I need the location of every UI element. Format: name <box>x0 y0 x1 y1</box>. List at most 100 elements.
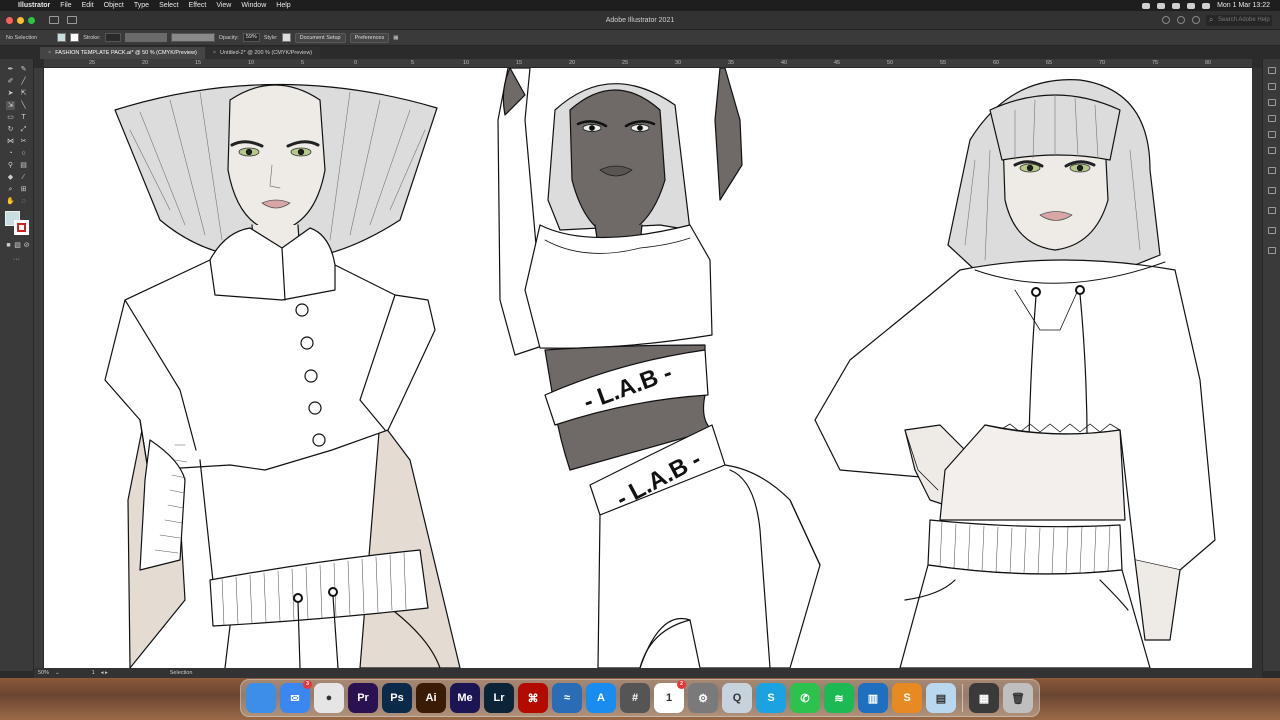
system-preferences-icon[interactable]: ⚙ <box>688 683 718 713</box>
brush-tool-icon[interactable]: ╱ <box>19 77 28 86</box>
minimize-window-button[interactable] <box>17 16 24 24</box>
menu-window[interactable]: Window <box>241 2 266 9</box>
rotate-tool-icon[interactable]: ↻ <box>6 125 15 134</box>
trello-icon[interactable]: ▥ <box>858 683 888 713</box>
calendar-icon[interactable]: 12 <box>654 680 686 713</box>
tab-untitled-2[interactable]: × Untitled-2* @ 200 % (CMYK/Preview) <box>204 47 321 59</box>
brushes-panel-icon[interactable] <box>1268 147 1276 154</box>
stroke-weight-field[interactable] <box>104 33 121 42</box>
menu-view[interactable]: View <box>216 2 231 9</box>
fill-swatch[interactable] <box>57 33 67 42</box>
variable-width-profile-field[interactable] <box>124 33 167 42</box>
stroke-panel-icon[interactable] <box>1268 187 1276 194</box>
premiere-icon[interactable]: Pr <box>348 683 378 713</box>
tab-fashion-template[interactable]: × FASHION TEMPLATE PACK.ai* @ 50 % (CMYK… <box>40 47 205 59</box>
horizontal-ruler[interactable]: 25 20 15 10 5 0 5 10 15 20 25 30 35 40 4… <box>44 59 1252 68</box>
gradient-mode-icon[interactable]: ▧ <box>13 241 22 250</box>
opacity-field[interactable]: 59% <box>242 33 260 42</box>
pencil-tool-icon[interactable]: ✐ <box>6 77 15 86</box>
layers-panel-icon[interactable] <box>1268 83 1276 90</box>
vertical-scrollbar[interactable] <box>1252 68 1262 668</box>
skype-icon[interactable]: S <box>756 683 786 713</box>
stroke-swatch[interactable] <box>70 33 80 42</box>
menu-object[interactable]: Object <box>104 2 124 9</box>
menu-file[interactable]: File <box>60 2 71 9</box>
artboard-tool-icon[interactable]: ⊞ <box>19 185 28 194</box>
curvature-tool-icon[interactable]: ✎ <box>19 65 28 74</box>
calculator-icon[interactable]: # <box>620 683 650 713</box>
wave-app-icon[interactable]: ≈ <box>552 683 582 713</box>
downloads-stack-icon[interactable]: ▦ <box>969 683 999 713</box>
fashion-illustration[interactable]: - L.A.B - - L.A.B - <box>44 68 1252 668</box>
none-mode-icon[interactable]: ⊘ <box>22 241 31 250</box>
selection-tool-icon[interactable]: ➤ <box>6 89 15 98</box>
figure-left[interactable] <box>104 83 461 668</box>
properties-panel-icon[interactable] <box>1268 67 1276 74</box>
symbol-sprayer-tool-icon[interactable]: ◌ <box>19 197 28 206</box>
menu-help[interactable]: Help <box>276 2 290 9</box>
scale-tool-icon[interactable]: ⤢ <box>19 125 28 134</box>
zoom-level[interactable]: 50% <box>38 670 49 676</box>
close-tab-icon[interactable]: × <box>48 47 51 59</box>
media-encoder-icon[interactable]: Me <box>450 683 480 713</box>
home-icon[interactable] <box>49 16 59 24</box>
graphic-style-swatch[interactable] <box>281 33 291 42</box>
zoom-dropdown-icon[interactable]: ⌄ <box>55 670 60 676</box>
fill-stroke-widget[interactable] <box>5 211 31 237</box>
width-tool-icon[interactable]: ⋈ <box>6 137 15 146</box>
photoshop-icon[interactable]: Ps <box>382 683 412 713</box>
whatsapp-icon[interactable]: ✆ <box>790 683 820 713</box>
libraries-panel-icon[interactable] <box>1268 99 1276 106</box>
help-search-input[interactable]: Search Adobe Help <box>1206 14 1272 26</box>
group-selection-tool-icon[interactable]: ⇲ <box>6 101 15 110</box>
menu-edit[interactable]: Edit <box>82 2 94 9</box>
illustrator-icon[interactable]: Ai <box>416 683 446 713</box>
artboard-nav-icon[interactable]: ◂ ▸ <box>101 670 108 676</box>
menu-effect[interactable]: Effect <box>189 2 207 9</box>
trash-icon[interactable]: 🗑 <box>1003 683 1033 713</box>
color-panel-icon[interactable] <box>1268 115 1276 122</box>
color-mode-icon[interactable]: ■ <box>4 241 13 250</box>
lightroom-icon[interactable]: Lr <box>484 683 514 713</box>
vertical-ruler[interactable] <box>34 68 44 668</box>
close-tab-icon[interactable]: × <box>213 47 216 59</box>
creative-cloud-icon[interactable] <box>1142 2 1151 9</box>
spotify-icon[interactable]: ≋ <box>824 683 854 713</box>
artboard-canvas[interactable]: - L.A.B - - L.A.B - <box>44 68 1252 668</box>
brush-definition-field[interactable] <box>170 33 215 42</box>
ellipse-tool-icon[interactable]: ○ <box>19 149 28 158</box>
appearance-panel-icon[interactable] <box>1268 227 1276 234</box>
share-icon[interactable] <box>1177 16 1185 24</box>
swatches-panel-icon[interactable] <box>1268 131 1276 138</box>
eraser-tool-icon[interactable]: ◆ <box>6 173 15 182</box>
preferences-button[interactable]: Preferences <box>349 32 390 43</box>
bluetooth-icon[interactable] <box>1172 2 1181 9</box>
transparency-panel-icon[interactable] <box>1268 207 1276 214</box>
type-tool-icon[interactable]: T <box>19 113 28 122</box>
mail-icon[interactable]: ✉ 3 <box>280 680 312 713</box>
zoom-tool-icon[interactable]: ⌕ <box>6 185 15 194</box>
artboards-panel-icon[interactable] <box>1268 247 1276 254</box>
discover-icon[interactable] <box>1192 16 1200 24</box>
hand-tool-icon[interactable]: ✋ <box>6 197 15 206</box>
eyedropper-tool-icon[interactable]: ⚲ <box>6 161 15 170</box>
menu-app-name[interactable]: Illustrator <box>18 2 50 9</box>
zoom-window-button[interactable] <box>28 16 35 24</box>
close-window-button[interactable] <box>6 16 13 24</box>
figure-right[interactable] <box>814 79 1216 668</box>
preview-icon[interactable]: ▤ <box>926 683 956 713</box>
pen-tool-icon[interactable]: ✒ <box>6 65 15 74</box>
cloud-icon[interactable] <box>1157 2 1166 9</box>
line-tool-icon[interactable]: ╲ <box>19 101 28 110</box>
edit-toolbar-icon[interactable]: ··· <box>12 255 21 264</box>
scissors-tool-icon[interactable]: ✂ <box>19 137 28 146</box>
gradient-tool-icon[interactable]: ▤ <box>19 161 28 170</box>
stroke-color-swatch[interactable] <box>14 220 29 235</box>
acrobat-icon[interactable]: ⌘ <box>518 683 548 713</box>
artboard-number[interactable]: 1 <box>92 670 95 676</box>
quicktime-icon[interactable]: Q <box>722 683 752 713</box>
control-center-icon[interactable] <box>1202 2 1211 9</box>
symbols-panel-icon[interactable] <box>1268 167 1276 174</box>
account-icon[interactable] <box>1162 16 1170 24</box>
workspace-layout-icon[interactable] <box>67 16 77 24</box>
